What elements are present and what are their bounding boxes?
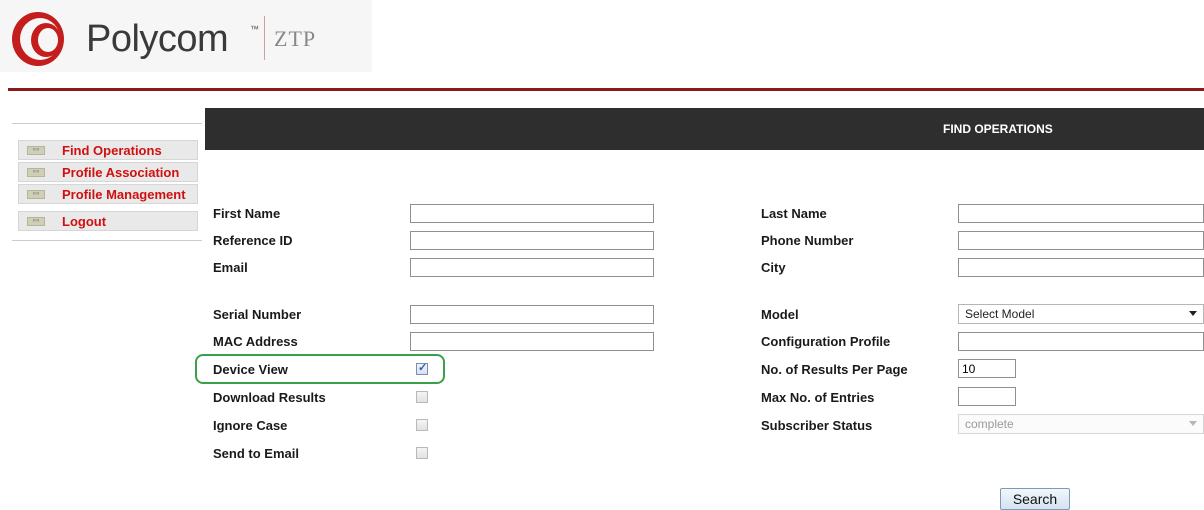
city-label: City [761,260,786,275]
city-input[interactable] [958,258,1204,277]
mac-address-label: MAC Address [213,334,298,349]
sidebar-item-find-operations[interactable]: »» Find Operations [18,140,198,160]
last-name-label: Last Name [761,206,827,221]
max-entries-label: Max No. of Entries [761,390,875,405]
product-name: ZTP [274,26,317,51]
send-to-email-checkbox[interactable] [416,447,428,459]
header-rule [8,88,1204,91]
sidebar-item-profile-association[interactable]: »» Profile Association [18,162,198,182]
logo-divider [264,16,265,60]
results-per-page-label: No. of Results Per Page [761,362,908,377]
sidebar-item-profile-management[interactable]: »» Profile Management [18,184,198,204]
nav-arrow-icon: »» [27,168,45,177]
sidebar-divider-bottom [12,240,202,241]
subscriber-status-label: Subscriber Status [761,418,873,433]
mac-address-input[interactable] [410,332,654,351]
results-per-page-input[interactable] [958,359,1016,378]
sidebar-item-label: Profile Association [62,165,180,180]
download-results-label: Download Results [213,390,326,405]
phone-number-input[interactable] [958,231,1204,250]
configuration-profile-label: Configuration Profile [761,334,891,349]
trademark-mark: ™ [250,24,259,34]
polycom-logo: Polycom ™ ZTP [8,10,368,68]
serial-number-input[interactable] [410,305,654,324]
reference-id-label: Reference ID [213,233,293,248]
chevron-down-icon [1189,421,1197,426]
model-label: Model [761,307,799,322]
checkmark-icon: ✓ [418,362,428,374]
first-name-input[interactable] [410,204,654,223]
page-title: FIND OPERATIONS [943,122,1053,136]
brand-name: Polycom [86,18,229,60]
page-header-bar: FIND OPERATIONS [205,108,1204,150]
nav-arrow-icon: »» [27,146,45,155]
nav-arrow-icon: »» [27,217,45,226]
sidebar-item-label: Find Operations [62,143,162,158]
device-view-label: Device View [213,362,288,377]
device-view-checkbox[interactable]: ✓ [416,362,428,375]
ignore-case-checkbox[interactable] [416,419,428,431]
first-name-label: First Name [213,206,281,221]
polycom-logo-icon [12,12,64,66]
subscriber-status-selected-value: complete [965,417,1014,431]
serial-number-label: Serial Number [213,307,302,322]
sidebar-item-logout[interactable]: »» Logout [18,211,198,231]
send-to-email-label: Send to Email [213,446,299,461]
last-name-input[interactable] [958,204,1204,223]
reference-id-input[interactable] [410,231,654,250]
model-selected-value: Select Model [965,307,1035,321]
subscriber-status-select[interactable]: complete [958,414,1204,434]
ignore-case-label: Ignore Case [213,418,288,433]
email-label: Email [213,260,248,275]
sidebar-divider-top [12,123,202,124]
sidebar-item-label: Logout [62,214,107,229]
model-select[interactable]: Select Model [958,304,1204,324]
sidebar-item-label: Profile Management [62,187,186,202]
configuration-profile-input[interactable] [958,332,1204,351]
chevron-down-icon [1189,311,1197,316]
nav-arrow-icon: »» [27,190,45,199]
max-entries-input[interactable] [958,387,1016,406]
email-input[interactable] [410,258,654,277]
phone-number-label: Phone Number [761,233,854,248]
download-results-checkbox[interactable] [416,391,428,403]
